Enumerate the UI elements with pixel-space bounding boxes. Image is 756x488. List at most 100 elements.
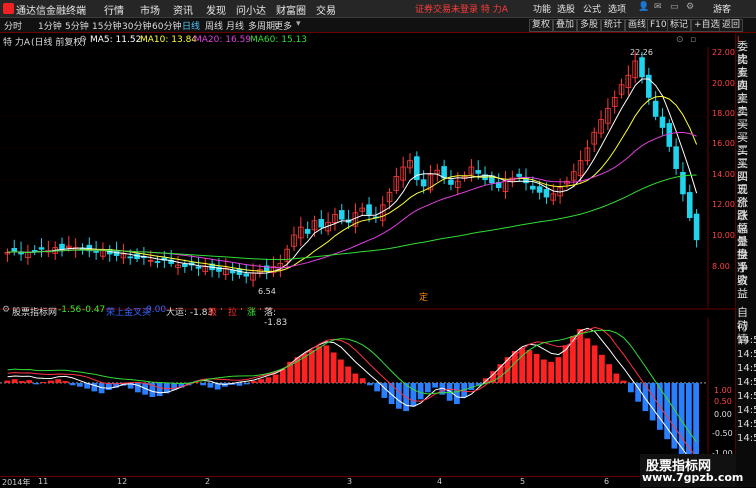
tongji-button[interactable]: 统计	[601, 19, 626, 32]
period-fenshi[interactable]: 分时	[4, 19, 22, 32]
biaoji-button[interactable]: 标记	[667, 19, 692, 32]
settings-gear-icon[interactable]: ⚙	[79, 35, 87, 45]
candle-body	[154, 261, 161, 263]
menu-faxian[interactable]: 发现	[206, 2, 226, 17]
menu-caifuquan[interactable]: 财富圈	[276, 2, 306, 17]
tick-time: 14:56	[737, 433, 756, 444]
candle-body	[93, 250, 99, 253]
add-watchlist-button[interactable]: +自选	[691, 19, 723, 32]
indicator-tick: 0.00	[714, 410, 732, 419]
period-60min[interactable]: 60分钟	[152, 19, 181, 32]
period-30min[interactable]: 30分钟	[122, 19, 151, 32]
indicator-bar	[359, 378, 366, 383]
panel-item: 收益	[737, 274, 748, 300]
period-daily[interactable]: 日线	[182, 19, 200, 32]
period-multi[interactable]: 多周期	[248, 19, 275, 32]
price-tick: 22.00	[712, 48, 735, 57]
indicator-bar	[77, 382, 83, 387]
indicator-bar	[599, 354, 605, 383]
period-toolbar: 分时 1分钟 5分钟 15分钟 30分钟 60分钟 日线 周线 月线 多周期 更…	[0, 18, 756, 33]
title-bar: 通达信金融终端 行情 市场 资讯 发现 问小达 财富圈 交易 证券交易未登录 特…	[0, 0, 756, 18]
menu-zixun[interactable]: 资讯	[173, 2, 193, 17]
price-tick: 8.00	[712, 262, 730, 271]
indicator-bar	[236, 382, 243, 386]
period-monthly[interactable]: 月线	[226, 19, 244, 32]
app-logo-icon	[3, 3, 14, 14]
indicator-bar	[642, 382, 649, 412]
candle-body	[304, 228, 311, 234]
menu-xuangu[interactable]: 选股	[557, 2, 575, 15]
indicator-gear-icon[interactable]: ⚙	[2, 305, 10, 315]
indicator-tick: 0.50	[714, 397, 732, 406]
maximize-icon[interactable]: ▫	[690, 35, 696, 45]
indicator-name[interactable]: 股票指标网	[12, 305, 57, 318]
price-tick: 14.00	[712, 170, 735, 179]
guest-label[interactable]: 游客	[713, 2, 731, 15]
date-tick: 4	[437, 477, 443, 486]
indicator-chart[interactable]: 1.00 0.50 0.00 -0.50 -1.00	[0, 318, 735, 476]
candle-body	[366, 204, 372, 215]
indicator-bar	[374, 382, 380, 392]
candle-body	[530, 185, 536, 190]
chevron-down-icon[interactable]: ▾	[296, 19, 301, 29]
indicator-bar	[620, 380, 627, 383]
indicator-bar	[417, 382, 424, 400]
candle-body	[516, 173, 522, 177]
indicator-bar	[388, 382, 395, 405]
candle-body	[659, 116, 666, 128]
period-more[interactable]: 更多	[274, 19, 292, 32]
price-tick: 20.00	[712, 79, 735, 88]
low-price-label: 6.54	[258, 287, 276, 296]
menu-gongneng[interactable]: 功能	[533, 2, 551, 15]
fuquan-button[interactable]: 复权	[529, 19, 554, 32]
duogu-button[interactable]: 多股	[577, 19, 602, 32]
indicator-bar	[62, 381, 69, 383]
candle-body	[11, 248, 18, 252]
huaxian-button[interactable]: 画线	[625, 19, 650, 32]
candle-body	[639, 57, 645, 78]
date-tick: 5	[520, 477, 526, 486]
candle-body	[543, 189, 550, 198]
candle-body	[243, 273, 250, 277]
watermark: 股票指标网 www.7gpzb.com	[640, 454, 743, 487]
indicator-bar	[55, 379, 61, 383]
indicator-bar	[591, 345, 598, 383]
user-icon[interactable]: 👤	[638, 2, 649, 12]
minimize-icon[interactable]: ▭	[670, 2, 679, 12]
back-button[interactable]: 返回	[719, 19, 744, 32]
menu-xuanxiang[interactable]: 选项	[608, 2, 626, 15]
ma60-label: MA60: 15.13	[250, 35, 308, 45]
tick-time: 14:56	[737, 363, 756, 374]
indicator-bar	[526, 350, 533, 383]
price-chart[interactable]: 22.00 20.00 18.00 16.00 14.00 12.00 10.0…	[0, 47, 735, 317]
indicator-bar	[33, 382, 40, 385]
indicator-bar	[432, 382, 438, 388]
candle-body	[666, 123, 673, 147]
settings-icon[interactable]: ⚙	[686, 2, 694, 12]
expand-icon[interactable]: ⊙	[676, 35, 684, 45]
mail-icon[interactable]: ✉	[654, 2, 662, 12]
indicator-bar	[555, 357, 562, 383]
menu-gongshi[interactable]: 公式	[583, 2, 601, 15]
menu-wenxiaoda[interactable]: 问小达	[236, 2, 266, 17]
window-title: 证券交易未登录 特 力A	[415, 5, 508, 15]
diejia-button[interactable]: 叠加	[553, 19, 578, 32]
candle-body	[127, 256, 134, 259]
indicator-bar	[367, 382, 373, 386]
candle-body	[182, 263, 188, 268]
date-tick: 2	[205, 477, 211, 486]
menu-shichang[interactable]: 市场	[140, 2, 160, 17]
indicator-bar	[606, 364, 612, 383]
menu-jiaoyi[interactable]: 交易	[316, 2, 336, 17]
period-weekly[interactable]: 周线	[205, 19, 223, 32]
tick-time: 14:56	[737, 405, 756, 416]
indicator-bar	[410, 382, 417, 407]
period-15min[interactable]: 15分钟	[92, 19, 121, 32]
ding-marker: 定	[419, 291, 428, 303]
period-5min[interactable]: 5分钟	[65, 19, 89, 32]
candle-body	[536, 186, 543, 193]
menu-hangqing[interactable]: 行情	[104, 2, 124, 17]
candle-body	[652, 100, 659, 117]
date-tick: 11	[38, 477, 49, 486]
period-1min[interactable]: 1分钟	[38, 19, 62, 32]
